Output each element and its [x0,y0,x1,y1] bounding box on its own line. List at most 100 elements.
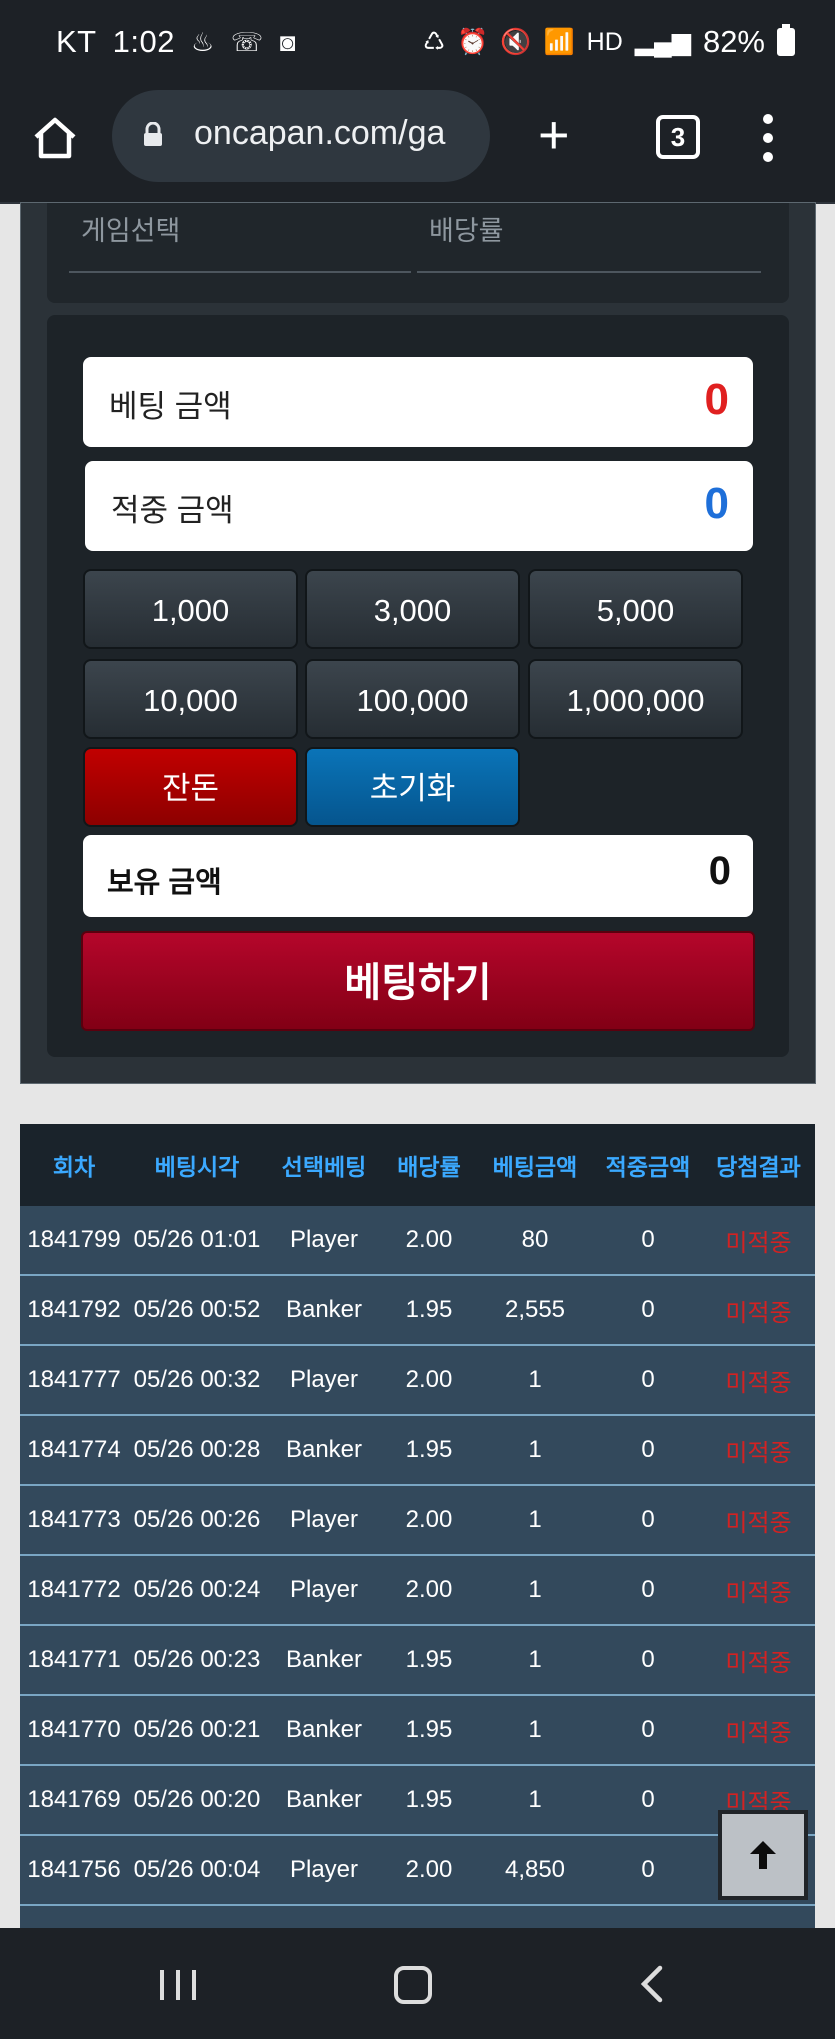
chip-button-10000[interactable]: 10,000 [83,659,298,739]
change-button[interactable]: 잔돈 [83,747,298,827]
tab-switcher-button[interactable]: 3 [656,115,700,159]
column-header-selection: 선택베팅 [266,1124,382,1206]
cell-bet-time: 05/26 00:24 [128,1555,266,1626]
notification-icon: ♨ [190,26,215,57]
scroll-to-top-button[interactable] [718,1810,808,1900]
cell-bet-amount: 1 [476,1625,594,1696]
cell-win-amount: 0 [594,1485,702,1556]
reset-button[interactable]: 초기화 [305,747,520,827]
cell-selection: Banker [266,1275,382,1346]
cell-bet-time: 05/26 00:23 [128,1625,266,1696]
game-select-card: 게임선택 배당률 [47,203,789,303]
cell-bet-amount: 1 [476,1555,594,1626]
table-row: 1841773 05/26 00:26 Player 2.00 1 0 미적중 [20,1485,815,1556]
arrow-up-icon [750,1841,776,1869]
table-row: 1841792 05/26 00:52 Banker 1.95 2,555 0 미적중 [20,1275,815,1346]
cell-odds: 1.95 [382,1765,476,1836]
cell-round: 1841769 [20,1765,128,1836]
carrier-label: KT [56,24,97,59]
recent-apps-icon[interactable] [160,1970,208,2005]
alarm-icon: ⏰ [457,27,489,56]
cell-odds: 2.00 [382,1206,476,1276]
cell-bet-amount: 80 [476,1206,594,1276]
recycle-icon: ♺ [422,28,446,56]
cell-odds: 1.95 [382,1415,476,1486]
cell-win-amount: 0 [594,1765,702,1836]
wifi-icon: 📶 [543,27,575,56]
cell-round: 1841777 [20,1345,128,1416]
call-icon: ☏ [230,26,264,57]
cell-odds: 1.95 [382,1625,476,1696]
cell-selection: Banker [266,1765,382,1836]
game-select-field[interactable]: 게임선택 [69,203,411,273]
cell-selection: Banker [266,1415,382,1486]
cell-selection: Player [266,1206,382,1276]
clock: 1:02 [112,24,175,59]
cell-win-amount: 0 [594,1625,702,1696]
cell-bet-time: 05/26 01:01 [128,1206,266,1276]
chip-button-5000[interactable]: 5,000 [528,569,743,649]
cell-selection: Player [266,1485,382,1556]
cell-win-amount: 0 [594,1835,702,1906]
column-header-win-amount: 적중금액 [594,1124,702,1206]
cell-result: 미적중 [702,1415,815,1486]
chip-button-3000[interactable]: 3,000 [305,569,520,649]
new-tab-icon[interactable]: + [538,108,570,162]
home-icon[interactable] [30,113,80,163]
cell-odds: 2.00 [382,1345,476,1416]
table-row: 184175605/26 00:04Player2.004,8500미적중 [20,1835,815,1906]
lock-icon [144,122,162,146]
back-icon[interactable] [636,1964,666,2004]
cell-odds: 1.95 [382,1275,476,1346]
cell-selection: Player [266,1555,382,1626]
table-row: 1841777 05/26 00:32 Player 2.00 1 0 미적중 [20,1345,815,1416]
cell-bet-amount: 1 [476,1415,594,1486]
chip-button-1000000[interactable]: 1,000,000 [528,659,743,739]
cell-round: 1841756 [20,1835,128,1906]
cell-win-amount: 0 [594,1206,702,1276]
cell-bet-time: 05/26 00:28 [128,1415,266,1486]
cell-bet-time: 05/26 00:04 [128,1835,266,1906]
cell-bet-amount: 2,555 [476,1275,594,1346]
odds-field[interactable]: 배당률 [417,203,761,273]
address-bar[interactable]: oncapan.com/ga [112,90,490,182]
table-body: 1841799 05/26 01:01 Player 2.00 80 0 미적중 184179… [20,1206,815,1906]
cell-bet-amount: 1 [476,1765,594,1836]
cell-selection: Player [266,1345,382,1416]
home-nav-icon[interactable] [394,1966,432,2004]
win-amount-value: 0 [704,479,729,528]
cell-selection: Player [266,1835,382,1906]
table-row: 1841771 05/26 00:23 Banker 1.95 1 0 미적중 [20,1625,815,1696]
signal-icon: ▂▄▆ [634,28,691,56]
betting-panel: 게임선택 배당률 베팅 금액 0 적중 금액 0 1,000 3,000 5,0… [20,202,816,1084]
status-bar: KT 1:02 ♨ ☏ ◙ ♺ ⏰ 🔇 📶 HD ▂▄▆ 82% [0,0,835,88]
cell-bet-time: 05/26 00:21 [128,1695,266,1766]
place-bet-button[interactable]: 베팅하기 [81,931,755,1031]
cell-odds: 1.95 [382,1695,476,1766]
cell-bet-time: 05/26 00:20 [128,1765,266,1836]
bet-history: 회차 베팅시각 선택베팅 배당률 베팅금액 적중금액 당첨결과 1841799 05/26 0… [20,1124,815,1928]
cell-round: 1841772 [20,1555,128,1626]
cell-bet-time: 05/26 00:32 [128,1345,266,1416]
cell-bet-amount: 1 [476,1345,594,1416]
cell-round: 1841771 [20,1625,128,1696]
win-amount-label: 적중 금액 [111,493,234,528]
cell-result: 미적중 [702,1275,815,1346]
cell-odds: 2.00 [382,1555,476,1626]
bet-form: 베팅 금액 0 적중 금액 0 1,000 3,000 5,000 10,000… [47,315,789,1057]
chip-button-1000[interactable]: 1,000 [83,569,298,649]
table-row: 1841774 05/26 00:28 Banker 1.95 1 0 미적중 [20,1415,815,1486]
cell-round: 1841799 [20,1206,128,1276]
cell-bet-time: 05/26 00:26 [128,1485,266,1556]
holding-amount-box: 보유 금액 0 [83,835,753,917]
cell-result: 미적중 [702,1625,815,1696]
system-navigation-bar [0,1928,835,2039]
column-header-odds: 배당률 [382,1124,476,1206]
bet-history-table: 회차 베팅시각 선택베팅 배당률 베팅금액 적중금액 당첨결과 1841799 05/26 0… [20,1124,815,1906]
cell-selection: Banker [266,1695,382,1766]
chip-button-100000[interactable]: 100,000 [305,659,520,739]
url-text: oncapan.com/ga [194,114,446,152]
bet-amount-box: 베팅 금액 0 [83,357,753,447]
more-menu-icon[interactable] [762,114,774,162]
holding-amount-label: 보유 금액 [107,867,222,899]
